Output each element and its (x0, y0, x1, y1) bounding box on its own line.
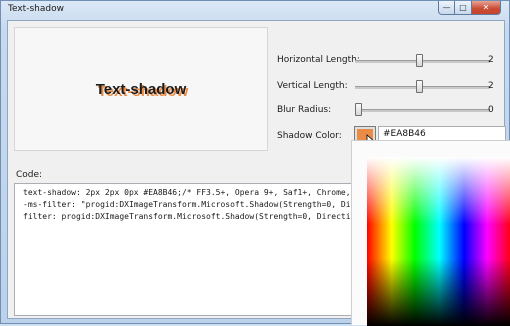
slider-thumb[interactable] (355, 103, 362, 116)
close-icon: ✕ (482, 3, 490, 12)
blur-radius-value: 0 (488, 105, 494, 115)
code-line: -ms-filter: "progid:DXImageTransform.Mic… (23, 200, 365, 209)
title-bar[interactable]: Text-shadow — □ ✕ (1, 1, 509, 19)
slider-thumb[interactable] (416, 80, 423, 93)
color-picker-popup[interactable] (351, 140, 510, 326)
preview-text: Text-shadow (95, 80, 187, 98)
maximize-icon: □ (459, 3, 467, 12)
blur-radius-label: Blur Radius: (277, 105, 332, 115)
code-line: text-shadow: 2px 2px 0px #EA8B46;/* FF3.… (23, 188, 365, 197)
window-title: Text-shadow (8, 4, 64, 14)
slider-thumb[interactable] (416, 54, 423, 67)
minimize-button[interactable]: — (438, 1, 455, 15)
app-window: Text-shadow — □ ✕ Text-shadow Horizontal… (0, 0, 510, 326)
horizontal-length-label: Horizontal Length: (277, 55, 360, 65)
maximize-button[interactable]: □ (455, 1, 472, 15)
blur-radius-slider[interactable] (355, 103, 490, 117)
vertical-length-label: Vertical Length: (277, 81, 348, 91)
vertical-length-value: 2 (488, 81, 494, 91)
preview-panel: Text-shadow (14, 27, 268, 151)
horizontal-length-value: 2 (488, 55, 494, 65)
vertical-length-slider[interactable] (355, 80, 490, 94)
code-line: filter: progid:DXImageTransform.Microsof… (23, 212, 365, 221)
close-button[interactable]: ✕ (472, 1, 501, 15)
horizontal-length-slider[interactable] (355, 54, 490, 68)
code-label: Code: (16, 170, 43, 180)
shadow-color-label: Shadow Color: (277, 131, 342, 141)
minimize-icon: — (442, 3, 451, 12)
slider-track (355, 109, 490, 112)
color-spectrum[interactable] (367, 157, 510, 326)
